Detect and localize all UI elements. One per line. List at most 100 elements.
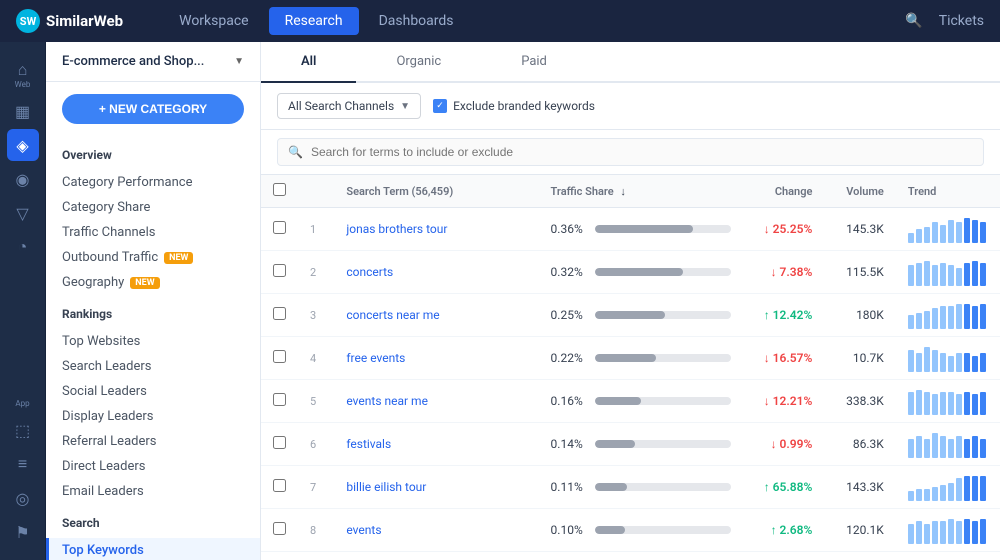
trend-bar — [964, 519, 970, 544]
th-change[interactable]: Change — [743, 175, 825, 208]
row-checkbox-cell[interactable] — [261, 208, 298, 251]
new-category-button[interactable]: + NEW CATEGORY — [62, 94, 244, 124]
th-checkbox[interactable] — [261, 175, 298, 208]
row-checkbox[interactable] — [273, 436, 286, 449]
trend-bar — [980, 222, 986, 243]
search-term-link[interactable]: concerts — [346, 265, 393, 279]
sidebar-item-category-share[interactable]: Category Share — [46, 195, 260, 220]
sidebar-top-section: ⌂ Web ▦ ◈ ◉ ▽ ◔ — [7, 54, 39, 263]
traffic-bar-fill — [595, 311, 666, 319]
trend-bar — [908, 524, 914, 544]
traffic-percentage: 0.25% — [551, 308, 587, 322]
tab-organic[interactable]: Organic — [356, 42, 481, 83]
trend-bar — [940, 436, 946, 458]
sidebar-item-social-leaders[interactable]: Social Leaders — [46, 379, 260, 404]
th-volume[interactable]: Volume — [824, 175, 895, 208]
volume-cell: 338.3K — [824, 380, 895, 423]
row-checkbox-cell[interactable] — [261, 380, 298, 423]
nav-dashboards[interactable]: Dashboards — [363, 7, 470, 35]
sidebar-item-direct-leaders[interactable]: Direct Leaders — [46, 454, 260, 479]
row-checkbox[interactable] — [273, 264, 286, 277]
search-term-link[interactable]: billie eilish tour — [346, 480, 426, 494]
trend-bar — [948, 392, 954, 415]
tab-all[interactable]: All — [261, 42, 356, 83]
traffic-percentage: 0.36% — [551, 222, 587, 236]
row-checkbox[interactable] — [273, 307, 286, 320]
sidebar-item-top-keywords[interactable]: Top Keywords — [46, 538, 260, 560]
trend-cell — [896, 552, 1000, 560]
tab-paid[interactable]: Paid — [481, 42, 587, 83]
th-search-term[interactable]: Search Term (56,459) — [334, 175, 538, 208]
search-term-link[interactable]: concerts near me — [346, 308, 439, 322]
table-row: 7 billie eilish tour 0.11% ↑ 65.88% 143.… — [261, 466, 1000, 509]
trend-cell — [896, 337, 1000, 380]
layers-icon[interactable]: ≡ — [7, 448, 39, 480]
trend-bar — [964, 353, 970, 372]
search-term-link[interactable]: free events — [346, 351, 405, 365]
sidebar-item-display-leaders[interactable]: Display Leaders — [46, 404, 260, 429]
nav-research[interactable]: Research — [269, 7, 359, 35]
search-term-cell: festivals — [334, 423, 538, 466]
flag-icon[interactable]: ⚑ — [7, 516, 39, 548]
category-dropdown-label[interactable]: E-commerce and Shop... — [62, 54, 226, 69]
sidebar-item-search-leaders[interactable]: Search Leaders — [46, 354, 260, 379]
tickets-link[interactable]: Tickets — [939, 13, 984, 29]
row-checkbox-cell[interactable] — [261, 251, 298, 294]
sidebar-item-referral-leaders[interactable]: Referral Leaders — [46, 429, 260, 454]
row-checkbox-cell[interactable] — [261, 466, 298, 509]
row-checkbox[interactable] — [273, 393, 286, 406]
search-icon[interactable]: 🔍 — [905, 13, 922, 29]
search-input-wrapper: 🔍 — [277, 138, 984, 166]
trend-bar — [916, 489, 922, 501]
trend-cell — [896, 380, 1000, 423]
sidebar-item-email-leaders[interactable]: Email Leaders — [46, 479, 260, 504]
sidebar-item-top-websites[interactable]: Top Websites — [46, 329, 260, 354]
search-term-cell: billie eilish tour — [334, 466, 538, 509]
nav-workspace[interactable]: Workspace — [163, 7, 265, 35]
search-term-link[interactable]: events near me — [346, 394, 428, 408]
search-term-link[interactable]: festivals — [346, 437, 391, 451]
row-checkbox-cell[interactable] — [261, 294, 298, 337]
row-checkbox[interactable] — [273, 350, 286, 363]
traffic-percentage: 0.10% — [551, 523, 587, 537]
change-cell: ↓ 16.57% — [743, 337, 825, 380]
sidebar-item-category-performance[interactable]: Category Performance — [46, 170, 260, 195]
exclude-branded-checkbox[interactable]: ✓ Exclude branded keywords — [433, 99, 595, 113]
channel-filter-dropdown[interactable]: All Search Channels ▼ — [277, 93, 421, 119]
row-checkbox-cell[interactable] — [261, 337, 298, 380]
target-icon[interactable]: ◎ — [7, 482, 39, 514]
row-checkbox-cell[interactable] — [261, 552, 298, 560]
trend-bar — [972, 521, 978, 544]
sidebar-item-outbound-traffic[interactable]: Outbound Traffic NEW — [46, 245, 260, 270]
people-icon[interactable]: ◉ — [7, 163, 39, 195]
th-traffic-share[interactable]: Traffic Share ↓ — [539, 175, 743, 208]
traffic-share-cell: 0.14% — [539, 423, 743, 466]
sidebar-item-traffic-channels[interactable]: Traffic Channels — [46, 220, 260, 245]
row-checkbox-cell[interactable] — [261, 509, 298, 552]
rankings-section-title: Rankings — [62, 307, 244, 321]
web-label: Web — [15, 80, 31, 89]
change-cell: ↓ 0.99% — [743, 423, 825, 466]
row-checkbox-cell[interactable] — [261, 423, 298, 466]
dropdown-arrow-icon[interactable]: ▼ — [234, 56, 244, 67]
pie-chart-icon[interactable]: ◔ — [7, 231, 39, 263]
row-checkbox[interactable] — [273, 479, 286, 492]
chart-bar-icon[interactable]: ▦ — [7, 95, 39, 127]
search-terms-input[interactable] — [311, 145, 973, 159]
sidebar-item-geography[interactable]: Geography NEW — [46, 270, 260, 295]
trend-bar — [964, 392, 970, 415]
category-icon[interactable]: ◈ — [7, 129, 39, 161]
table-row: 9 post malone tour 0.10% ↑ 8.21% 124.6K — [261, 552, 1000, 560]
select-all-checkbox[interactable] — [273, 183, 286, 196]
trend-bar — [916, 353, 922, 372]
search-term-link[interactable]: jonas brothers tour — [346, 222, 447, 236]
app-icon[interactable]: ⬚ — [7, 414, 39, 446]
funnel-icon[interactable]: ▽ — [7, 197, 39, 229]
traffic-percentage: 0.22% — [551, 351, 587, 365]
row-checkbox[interactable] — [273, 221, 286, 234]
row-checkbox[interactable] — [273, 522, 286, 535]
content-area: All Organic Paid All Search Channels ▼ ✓… — [261, 42, 1000, 560]
search-term-link[interactable]: events — [346, 523, 381, 537]
th-number — [298, 175, 334, 208]
sidebar-bottom-section: App ⬚ ≡ ◎ ⚑ — [7, 399, 39, 548]
